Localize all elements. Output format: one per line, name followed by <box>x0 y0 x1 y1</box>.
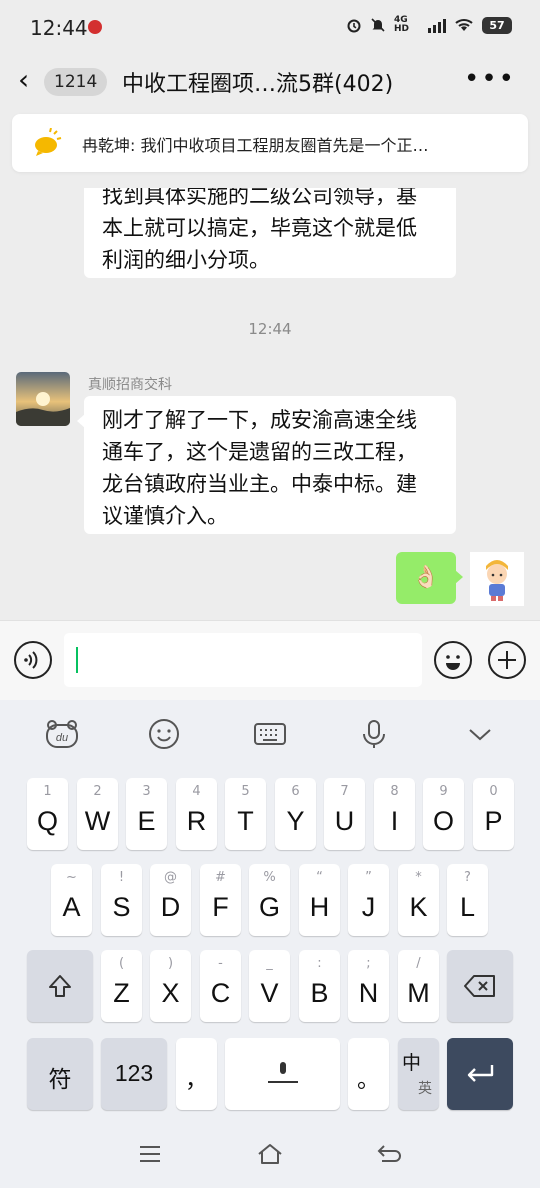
key-n[interactable]: ; N <box>348 950 389 1022</box>
group-notice-banner[interactable]: 冉乾坤: 我们中收项目工程朋友圈首先是一个正… <box>12 114 528 172</box>
status-bar: 12:44 4G HD 57 <box>0 0 540 56</box>
message-line: 龙台镇政府当业主。中泰中标。建 <box>102 472 417 496</box>
sender-name: 真顺招商交科 <box>88 377 172 393</box>
key-f[interactable]: # F <box>200 864 241 936</box>
period-key[interactable]: 。 <box>348 1038 389 1110</box>
key-o[interactable]: 9O <box>423 778 464 850</box>
signal-icon <box>428 17 446 33</box>
unread-count-badge[interactable]: 1214 <box>44 68 108 96</box>
message-timestamp: 12:44 <box>248 320 292 338</box>
alarm-icon <box>347 19 361 33</box>
enter-key[interactable] <box>447 1038 513 1110</box>
key-m[interactable]: / M <box>398 950 439 1022</box>
key-l[interactable]: ? L <box>447 864 488 936</box>
message-input-bar <box>0 620 540 700</box>
backspace-key[interactable] <box>447 950 513 1022</box>
key-s[interactable]: ! S <box>101 864 142 936</box>
space-mic-icon <box>268 1062 298 1083</box>
key-w[interactable]: 2W <box>77 778 118 850</box>
key-u[interactable]: 7U <box>324 778 365 850</box>
my-avatar[interactable] <box>470 552 524 606</box>
my-message-bubble[interactable]: 👌🏻 <box>396 552 463 604</box>
message-bubble[interactable]: 刚才了解了一下，成安渝高速全线 通车了，这个是遗留的三改工程， 龙台镇政府当业主… <box>77 396 456 534</box>
key-a[interactable]: ~ A <box>51 864 92 936</box>
key-x[interactable]: ) X <box>150 950 191 1022</box>
message-line: 刚才了解了一下，成安渝高速全线 <box>102 408 417 432</box>
menu-icon[interactable] <box>138 1144 162 1164</box>
wifi-icon <box>455 19 473 31</box>
key-r[interactable]: 4R <box>176 778 217 850</box>
key-g[interactable]: % G <box>249 864 290 936</box>
key-h[interactable]: “H <box>299 864 340 936</box>
key-v[interactable]: _ V <box>249 950 290 1022</box>
key-z[interactable]: (Z <box>101 950 142 1022</box>
announcement-icon <box>35 128 62 156</box>
more-functions-plus-icon[interactable] <box>488 641 526 679</box>
home-icon[interactable] <box>256 1142 284 1166</box>
shift-arrow-icon <box>49 975 71 997</box>
chat-message-list[interactable]: 找到具体实施的二级公司领导，基 本上就可以搞定，毕竟这个就是低 利润的细小分项。… <box>0 188 540 620</box>
key-b[interactable]: :B <box>299 950 340 1022</box>
space-key[interactable] <box>225 1038 340 1110</box>
message-bubble[interactable]: 找到具体实施的二级公司领导，基 本上就可以搞定，毕竟这个就是低 利润的细小分项。 <box>84 188 456 278</box>
system-navigation-bar <box>0 1120 540 1188</box>
voice-input-icon[interactable] <box>14 641 52 679</box>
key-e[interactable]: 3E <box>126 778 167 850</box>
ok-hand-emoji: 👌🏻 <box>412 565 440 590</box>
more-options-icon[interactable]: ••• <box>464 64 516 94</box>
status-icons: 4G HD 57 <box>346 16 512 34</box>
keyboard-layout-icon[interactable] <box>252 716 288 752</box>
backspace-icon <box>464 975 495 997</box>
message-line: 本上就可以搞定，毕竟这个就是低 <box>102 216 417 240</box>
language-switch-key[interactable]: 中 英 <box>398 1038 439 1110</box>
message-line: 通车了，这个是遗留的三改工程， <box>102 440 417 464</box>
key-i[interactable]: 8I <box>374 778 415 850</box>
shift-key[interactable] <box>27 950 93 1022</box>
key-c[interactable]: -C <box>200 950 241 1022</box>
emoji-panel-icon[interactable] <box>146 716 182 752</box>
app-notification-icon <box>88 20 102 34</box>
baidu-bear-logo-icon[interactable]: du <box>44 716 80 752</box>
sender-avatar[interactable] <box>16 372 70 426</box>
status-time: 12:44 <box>30 16 88 40</box>
network-label: 4G HD <box>394 15 410 34</box>
key-d[interactable]: @ D <box>150 864 191 936</box>
key-p[interactable]: 0P <box>473 778 514 850</box>
chat-header: ‹ 1214 中收工程圈项…流5群(402) ••• <box>0 56 540 108</box>
key-t[interactable]: 5T <box>225 778 266 850</box>
message-line: 利润的细小分项。 <box>102 248 270 272</box>
svg-text:du: du <box>56 732 68 744</box>
text-cursor <box>76 647 78 673</box>
key-k[interactable]: * K <box>398 864 439 936</box>
key-j[interactable]: ” J <box>348 864 389 936</box>
comma-key[interactable]: ， <box>176 1038 217 1110</box>
back-arrow-icon[interactable]: ‹ <box>18 66 29 94</box>
key-q[interactable]: 1Q <box>27 778 68 850</box>
message-line: 议谨慎介入。 <box>102 504 228 528</box>
enter-icon <box>467 1065 494 1082</box>
keyboard-toolbar: du <box>0 700 540 768</box>
message-line: 找到具体实施的二级公司领导，基 <box>102 188 417 208</box>
emoji-icon[interactable] <box>434 641 472 679</box>
battery-icon: 57 <box>482 16 512 34</box>
soft-keyboard: du 1Q 2W 3E 4R 5T 6Y 7U 8I 9O 0P ~ A ! S @… <box>0 700 540 1188</box>
key-y[interactable]: 6Y <box>275 778 316 850</box>
message-text-field[interactable] <box>64 633 422 687</box>
microphone-icon[interactable] <box>356 716 392 752</box>
collapse-keyboard-chevron-icon[interactable] <box>462 716 498 752</box>
notice-text: 冉乾坤: 我们中收项目工程朋友圈首先是一个正… <box>82 136 429 155</box>
symbol-key[interactable]: 符 <box>27 1038 93 1110</box>
chat-title: 中收工程圈项…流5群(402) <box>122 72 394 97</box>
mute-icon <box>371 18 385 32</box>
number-key[interactable]: 123 <box>101 1038 167 1110</box>
back-icon[interactable] <box>376 1142 404 1166</box>
